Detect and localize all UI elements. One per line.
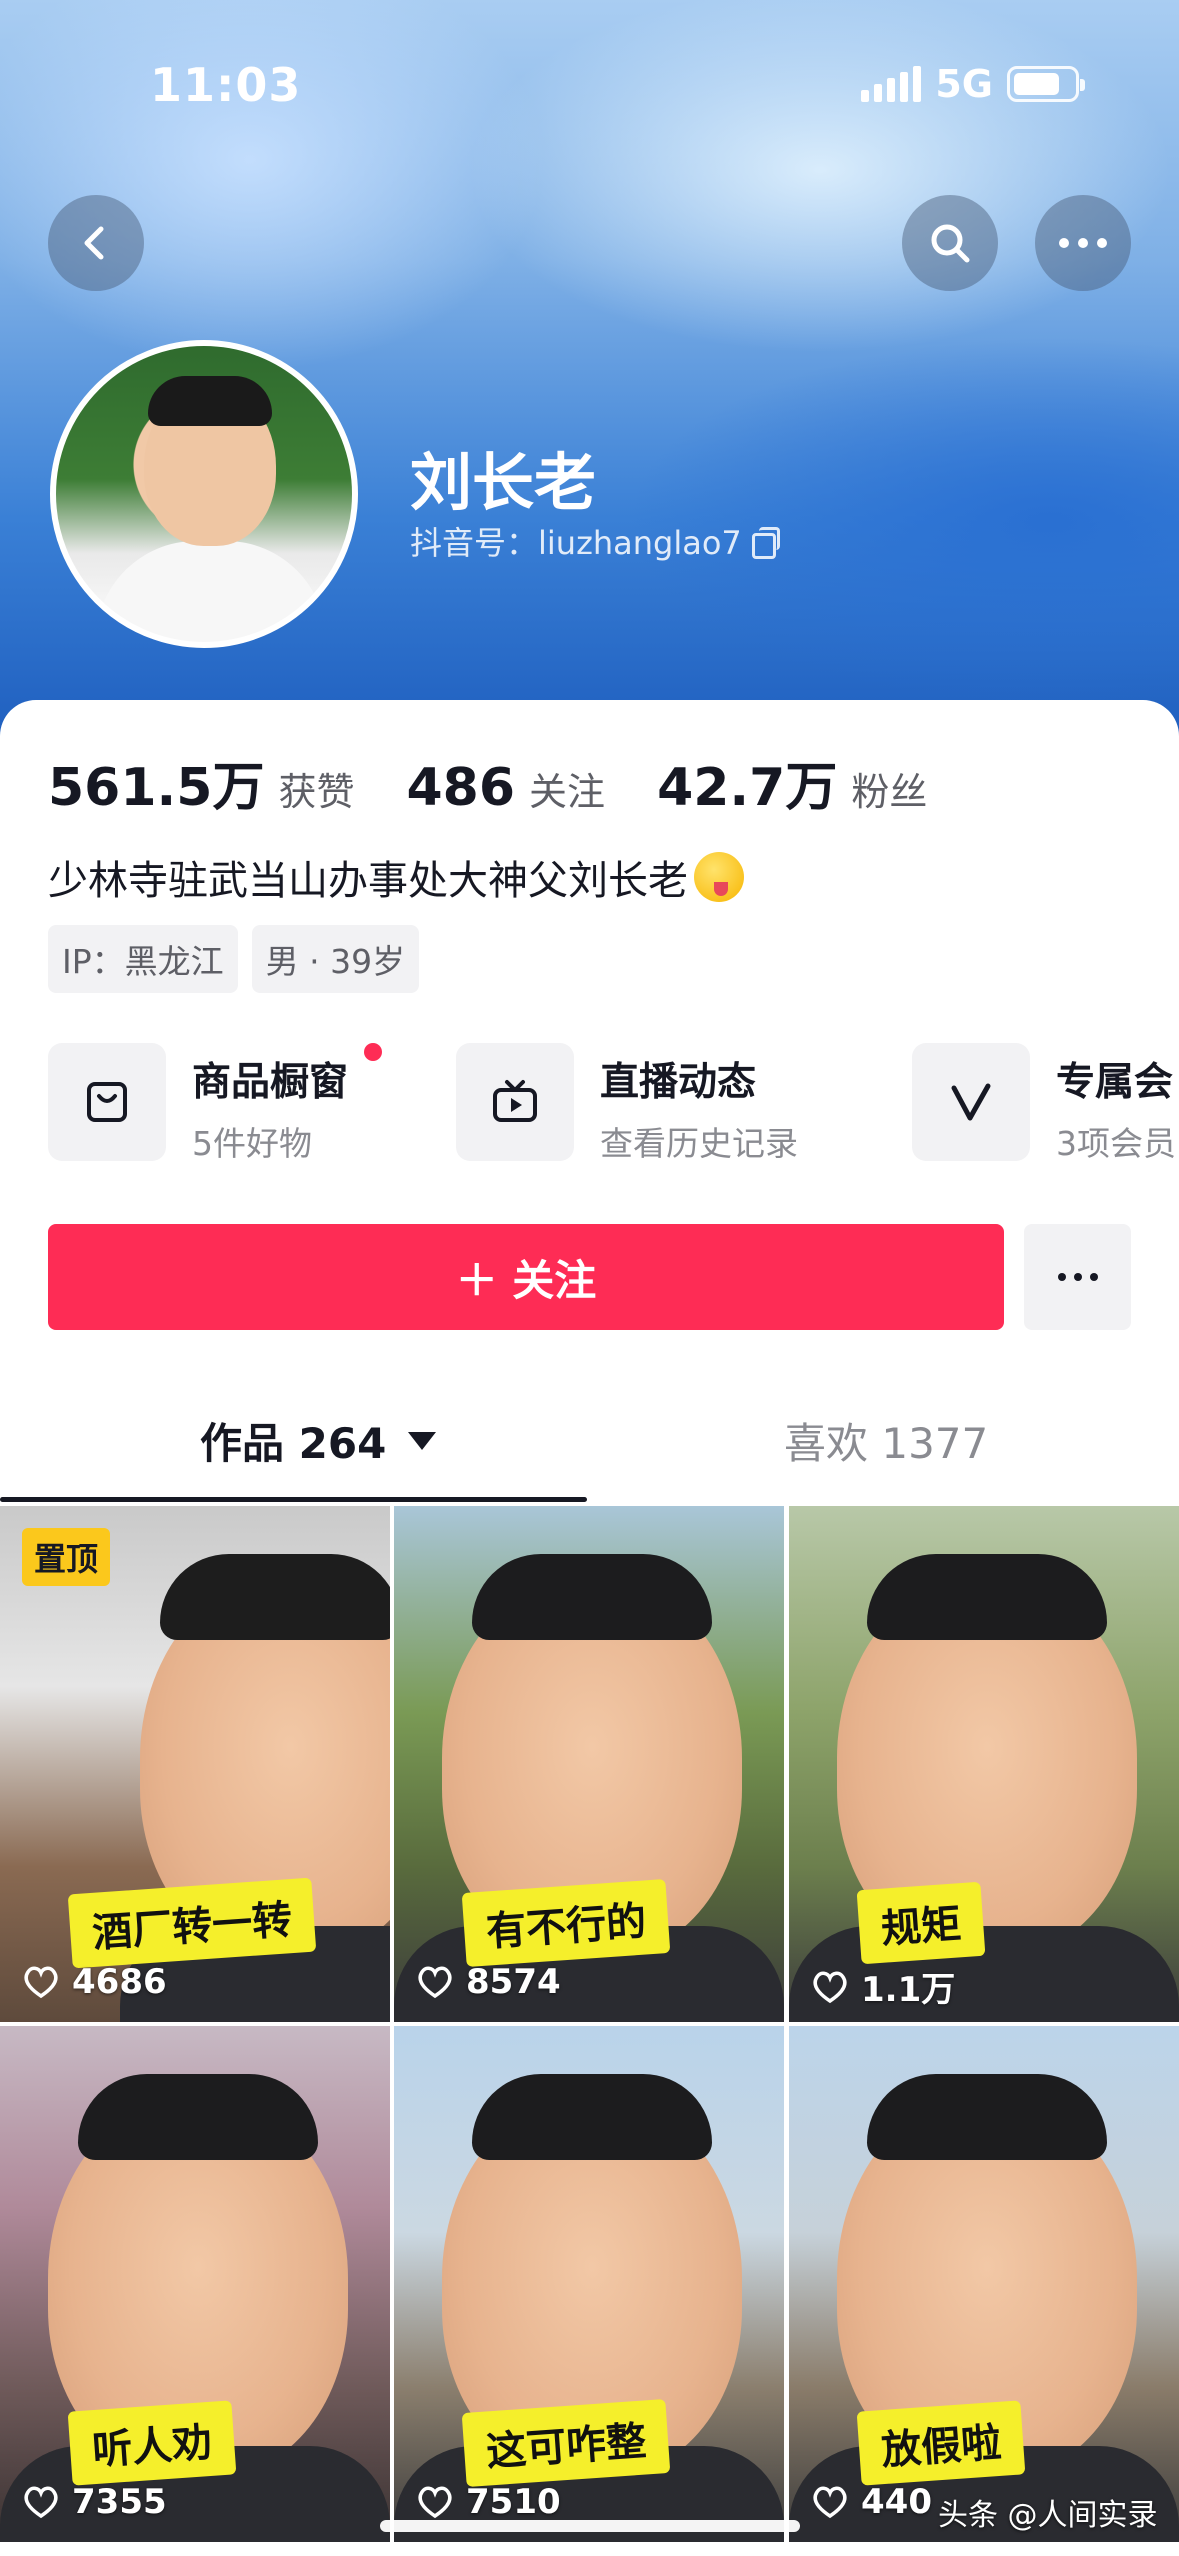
video-tile[interactable]: 放假啦 440 xyxy=(789,2026,1179,2542)
back-button[interactable] xyxy=(48,195,144,291)
video-likes: 7355 xyxy=(22,2482,167,2522)
tv-icon xyxy=(456,1043,574,1161)
following-count[interactable]: 486 xyxy=(407,758,516,818)
profile-name: 刘长老 xyxy=(410,446,597,519)
more-actions-button[interactable] xyxy=(1024,1224,1131,1330)
bio-text: 少林寺驻武当山办事处大神父刘长老 xyxy=(48,858,688,904)
more-options-button[interactable] xyxy=(1035,195,1131,291)
winking-tongue-emoji-icon xyxy=(694,852,744,902)
video-tile[interactable]: 置顶 酒厂转一转 4686 xyxy=(0,1506,390,2022)
service-entries: 商品橱窗 5件好物 直播动态 查看历史记录 专属会 3项会员 xyxy=(48,1043,1179,1173)
follow-button[interactable]: ＋ 关注 xyxy=(48,1224,1004,1330)
video-likes: 7510 xyxy=(416,2482,561,2522)
following-label: 关注 xyxy=(529,770,606,814)
followers-count[interactable]: 42.7万 xyxy=(657,745,837,820)
avatar[interactable] xyxy=(50,340,358,648)
video-tile[interactable]: 听人劝 7355 xyxy=(0,2026,390,2542)
membership-entry[interactable]: 专属会 3项会员 xyxy=(912,1043,1176,1165)
video-caption: 放假啦 xyxy=(856,2400,1026,2486)
signal-icon xyxy=(861,66,922,102)
video-likes: 1.1万 xyxy=(811,1962,955,2011)
shop-window-subtitle: 5件好物 xyxy=(192,1124,312,1163)
video-caption: 规矩 xyxy=(856,1881,986,1965)
status-time: 11:03 xyxy=(150,58,302,112)
video-tile[interactable]: 这可咋整 7510 xyxy=(394,2026,784,2542)
pinned-badge: 置顶 xyxy=(22,1528,111,1586)
caret-down-icon xyxy=(408,1431,437,1450)
copy-icon[interactable] xyxy=(751,527,780,559)
search-icon xyxy=(931,224,970,263)
likes-count[interactable]: 561.5万 xyxy=(48,745,264,820)
live-history-subtitle: 查看历史记录 xyxy=(600,1124,798,1163)
profile-stats: 561.5万 获赞 486 关注 42.7万 粉丝 xyxy=(48,745,979,820)
status-bar-right: 5G xyxy=(861,62,1085,106)
tab-works-label: 作品 264 xyxy=(200,1419,387,1468)
profile-bio: 少林寺驻武当山办事处大神父刘长老 xyxy=(48,848,744,906)
likes-label: 获赞 xyxy=(278,770,355,814)
video-tile[interactable]: 有不行的 8574 xyxy=(394,1506,784,2022)
active-tab-indicator xyxy=(0,1497,587,1502)
chevron-left-icon xyxy=(84,226,104,260)
heart-icon xyxy=(418,2486,452,2519)
v-icon xyxy=(912,1043,1030,1161)
heart-icon xyxy=(813,1971,847,2003)
account-id[interactable]: 抖音号：liuzhanglao7 xyxy=(410,518,780,564)
profile-tags: IP：黑龙江 男 · 39岁 xyxy=(48,925,420,993)
tab-works[interactable]: 作品 264 xyxy=(200,1410,437,1471)
heart-icon xyxy=(24,1966,58,1999)
video-likes: 8574 xyxy=(416,1962,561,2002)
notification-dot xyxy=(364,1043,382,1061)
search-button[interactable] xyxy=(902,195,998,291)
home-indicator[interactable] xyxy=(380,2520,800,2532)
more-dots-icon xyxy=(1057,1273,1098,1281)
video-likes: 440 xyxy=(811,2482,932,2522)
video-like-count: 7355 xyxy=(72,2482,167,2522)
video-like-count: 8574 xyxy=(466,1962,561,2002)
video-like-count: 440 xyxy=(861,2482,932,2522)
membership-subtitle: 3项会员 xyxy=(1056,1124,1176,1163)
ip-location-tag: IP：黑龙江 xyxy=(48,925,238,993)
heart-icon xyxy=(813,2486,847,2519)
video-caption: 听人劝 xyxy=(67,2400,237,2486)
network-label: 5G xyxy=(935,62,993,106)
video-like-count: 1.1万 xyxy=(861,1970,956,2010)
video-caption: 这可咋整 xyxy=(461,2398,671,2488)
account-id-text: 抖音号：liuzhanglao7 xyxy=(410,524,742,562)
followers-label: 粉丝 xyxy=(851,770,928,814)
tab-likes[interactable]: 喜欢 1377 xyxy=(784,1410,988,1471)
live-history-title: 直播动态 xyxy=(600,1060,757,1105)
shop-window-entry[interactable]: 商品橱窗 5件好物 xyxy=(48,1043,382,1165)
shopping-bag-icon xyxy=(48,1043,166,1161)
heart-icon xyxy=(24,2486,58,2519)
video-tile[interactable]: 规矩 1.1万 xyxy=(789,1506,1179,2022)
battery-icon xyxy=(1007,66,1085,102)
shop-window-title: 商品橱窗 xyxy=(192,1060,349,1105)
live-history-entry[interactable]: 直播动态 查看历史记录 xyxy=(456,1043,798,1165)
video-like-count: 7510 xyxy=(466,2482,561,2522)
video-like-count: 4686 xyxy=(72,1962,167,2002)
watermark: 头条 @人间实录 xyxy=(938,2498,1158,2533)
video-likes: 4686 xyxy=(22,1962,167,2002)
gender-age-tag: 男 · 39岁 xyxy=(251,925,420,993)
heart-icon xyxy=(418,1966,452,1999)
membership-title: 专属会 xyxy=(1056,1060,1174,1105)
more-dots-icon xyxy=(1059,238,1107,248)
video-caption: 有不行的 xyxy=(461,1878,671,1968)
